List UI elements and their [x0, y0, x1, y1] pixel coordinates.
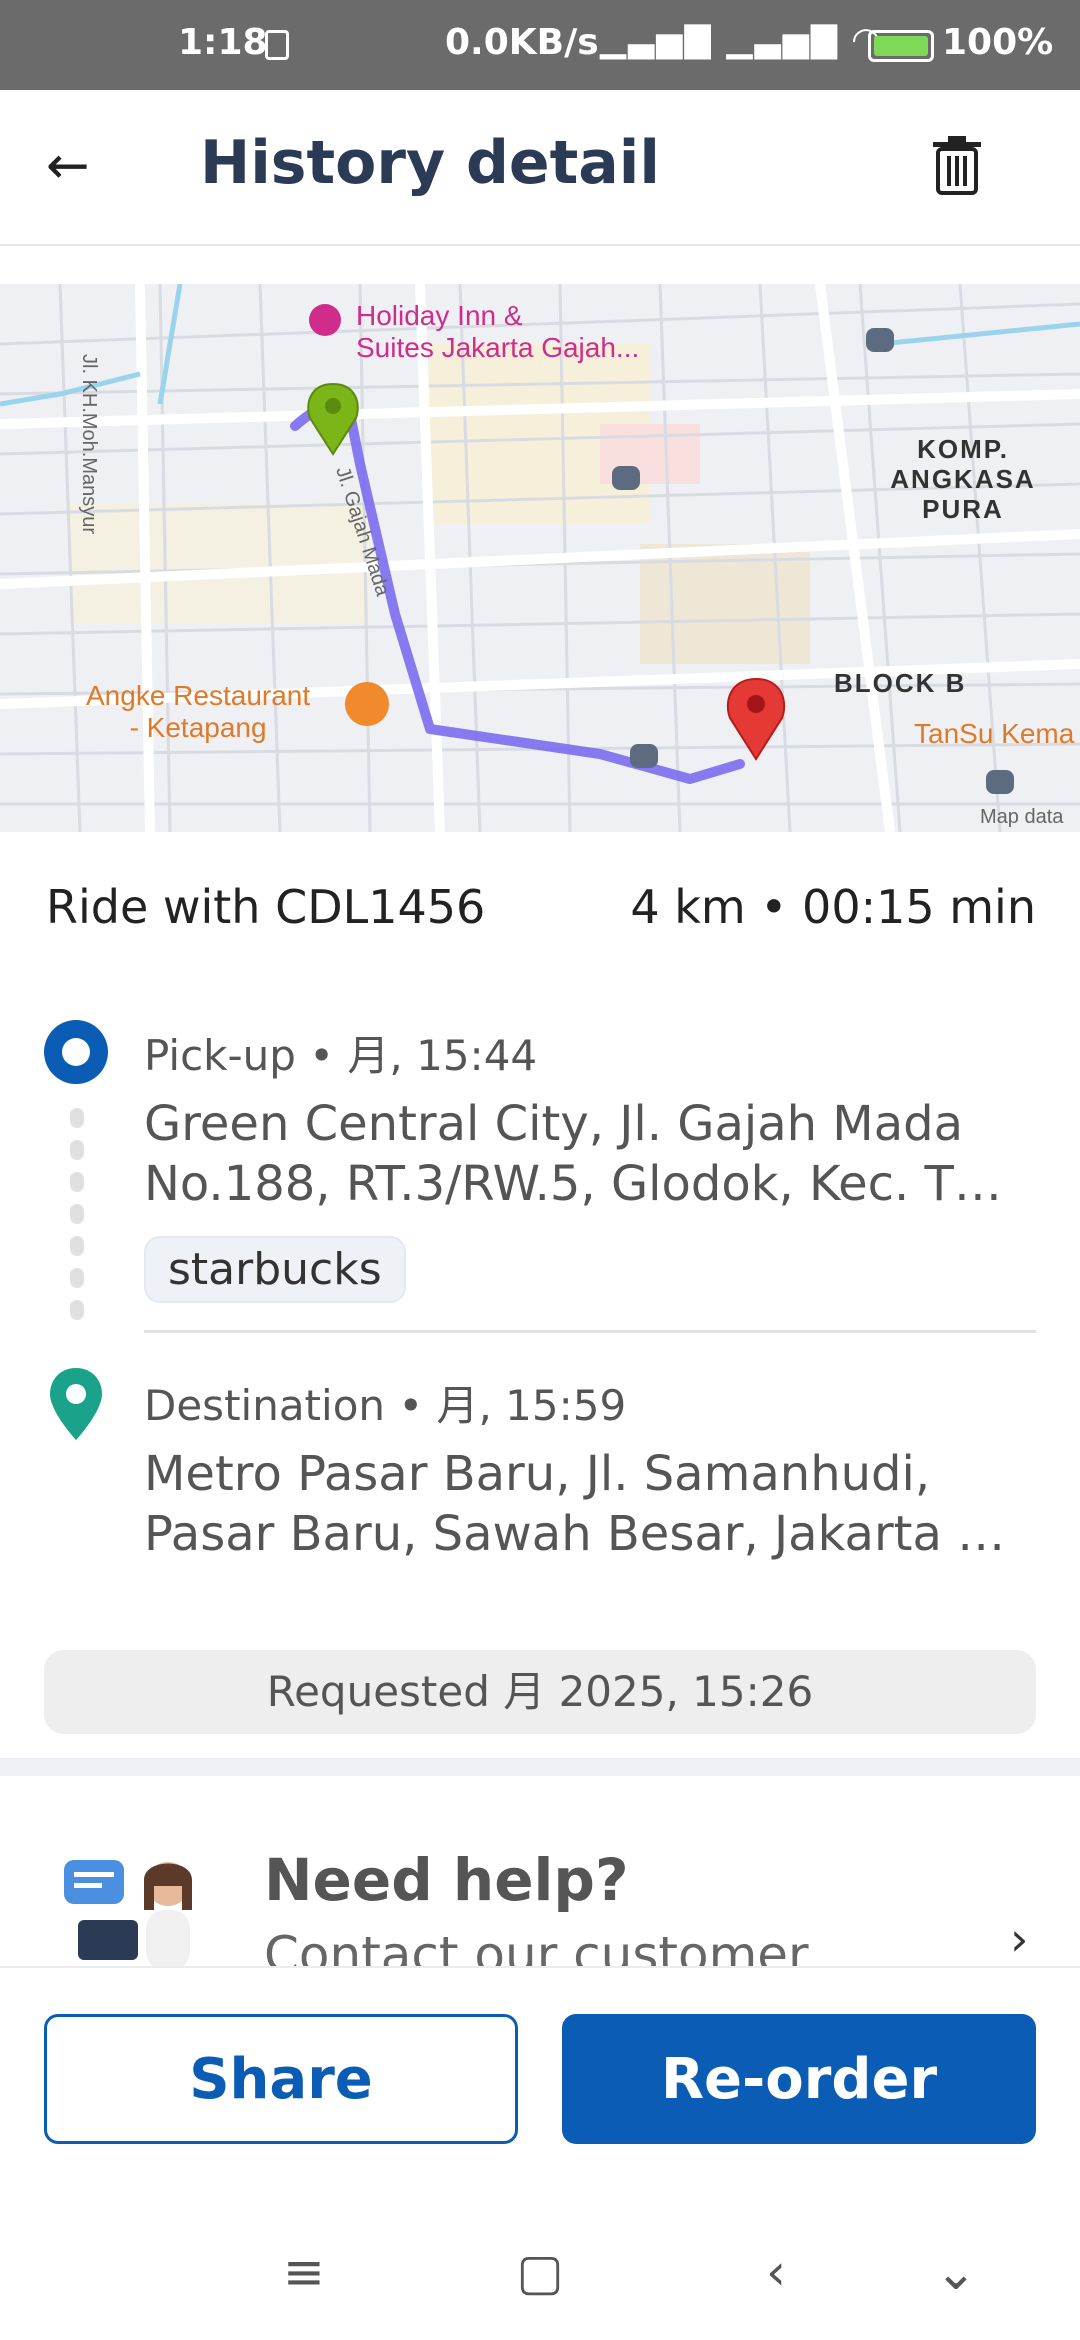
map-label-hotel: Holiday Inn & Suites Jakarta Gajah...	[356, 300, 640, 363]
map-label-street-mansyur: Jl. KH.Moh.Mansyur	[78, 354, 100, 535]
ride-summary: Ride with CDL1456 4 km • 00:15 min	[46, 880, 1036, 940]
home-square-icon[interactable]: ▢	[510, 2242, 570, 2302]
customer-support-illustration	[64, 1860, 192, 1966]
section-separator	[0, 1758, 1080, 1776]
destination-address: Metro Pasar Baru, Jl. Samanhudi, Pasar B…	[144, 1446, 1006, 1562]
sim-card-icon	[265, 30, 289, 60]
map-label-restaurant: Angke Restaurant - Ketapang	[86, 680, 311, 743]
pickup-tag: starbucks	[144, 1236, 406, 1303]
chevron-right-icon[interactable]: ›	[1010, 1912, 1028, 1966]
reorder-button[interactable]: Re-order	[562, 2014, 1036, 2144]
help-title: Need help?	[264, 1846, 629, 1914]
signal-wifi-icons: ▁▃▅▇ ▁▃▅▇ ◠	[600, 20, 882, 60]
share-button[interactable]: Share	[44, 2014, 518, 2144]
route-stops: Pick-up • 月, 15:44 Green Central City, J…	[0, 1010, 1080, 1570]
stop-divider	[144, 1330, 1036, 1333]
app-bar: ← History detail	[0, 90, 1080, 246]
pickup-marker-icon	[44, 1020, 108, 1084]
destination-marker-icon	[50, 1368, 102, 1440]
page-title: History detail	[200, 128, 660, 198]
assistant-icon[interactable]: ⌄	[926, 2242, 986, 2302]
status-time: 1:18	[178, 22, 268, 63]
ride-vehicle-label: Ride with CDL1456	[46, 880, 486, 934]
route-map[interactable]: Holiday Inn & Suites Jakarta Gajah... Jl…	[0, 284, 1080, 832]
battery-icon	[868, 30, 934, 62]
destination-time: Destination • 月, 15:59	[144, 1381, 627, 1430]
action-bar: Share Re-order	[0, 1966, 1080, 2208]
map-label-komp: KOMP. ANGKASA PURA	[890, 434, 1036, 524]
back-nav-icon[interactable]: ‹	[746, 2242, 806, 2302]
network-speed: 0.0KB/s	[445, 22, 599, 63]
map-attribution[interactable]: Map data	[980, 806, 1063, 829]
menu-icon[interactable]: ≡	[274, 2242, 334, 2302]
help-subtitle: Contact our customer	[264, 1926, 809, 1966]
battery-percent: 100%	[942, 22, 1054, 63]
ride-distance-duration: 4 km • 00:15 min	[630, 880, 1036, 934]
route-connector	[70, 1108, 84, 1348]
help-card[interactable]: Need help? Contact our customer ›	[0, 1776, 1080, 1966]
status-bar: 1:18 0.0KB/s ▁▃▅▇ ▁▃▅▇ ◠ 100%	[0, 0, 1080, 90]
map-label-tansu: TanSu Kema	[914, 718, 1075, 749]
requested-timestamp: Requested 月 2025, 15:26	[44, 1650, 1036, 1734]
system-nav-bar: ≡ ▢ ‹ ⌄	[0, 2206, 1080, 2340]
map-label-block-b: BLOCK B	[834, 668, 967, 698]
trash-icon[interactable]	[930, 134, 984, 196]
pickup-address: Green Central City, Jl. Gajah Mada No.18…	[144, 1096, 1002, 1212]
pickup-time: Pick-up • 月, 15:44	[144, 1031, 538, 1080]
back-arrow-icon[interactable]: ←	[46, 138, 102, 194]
